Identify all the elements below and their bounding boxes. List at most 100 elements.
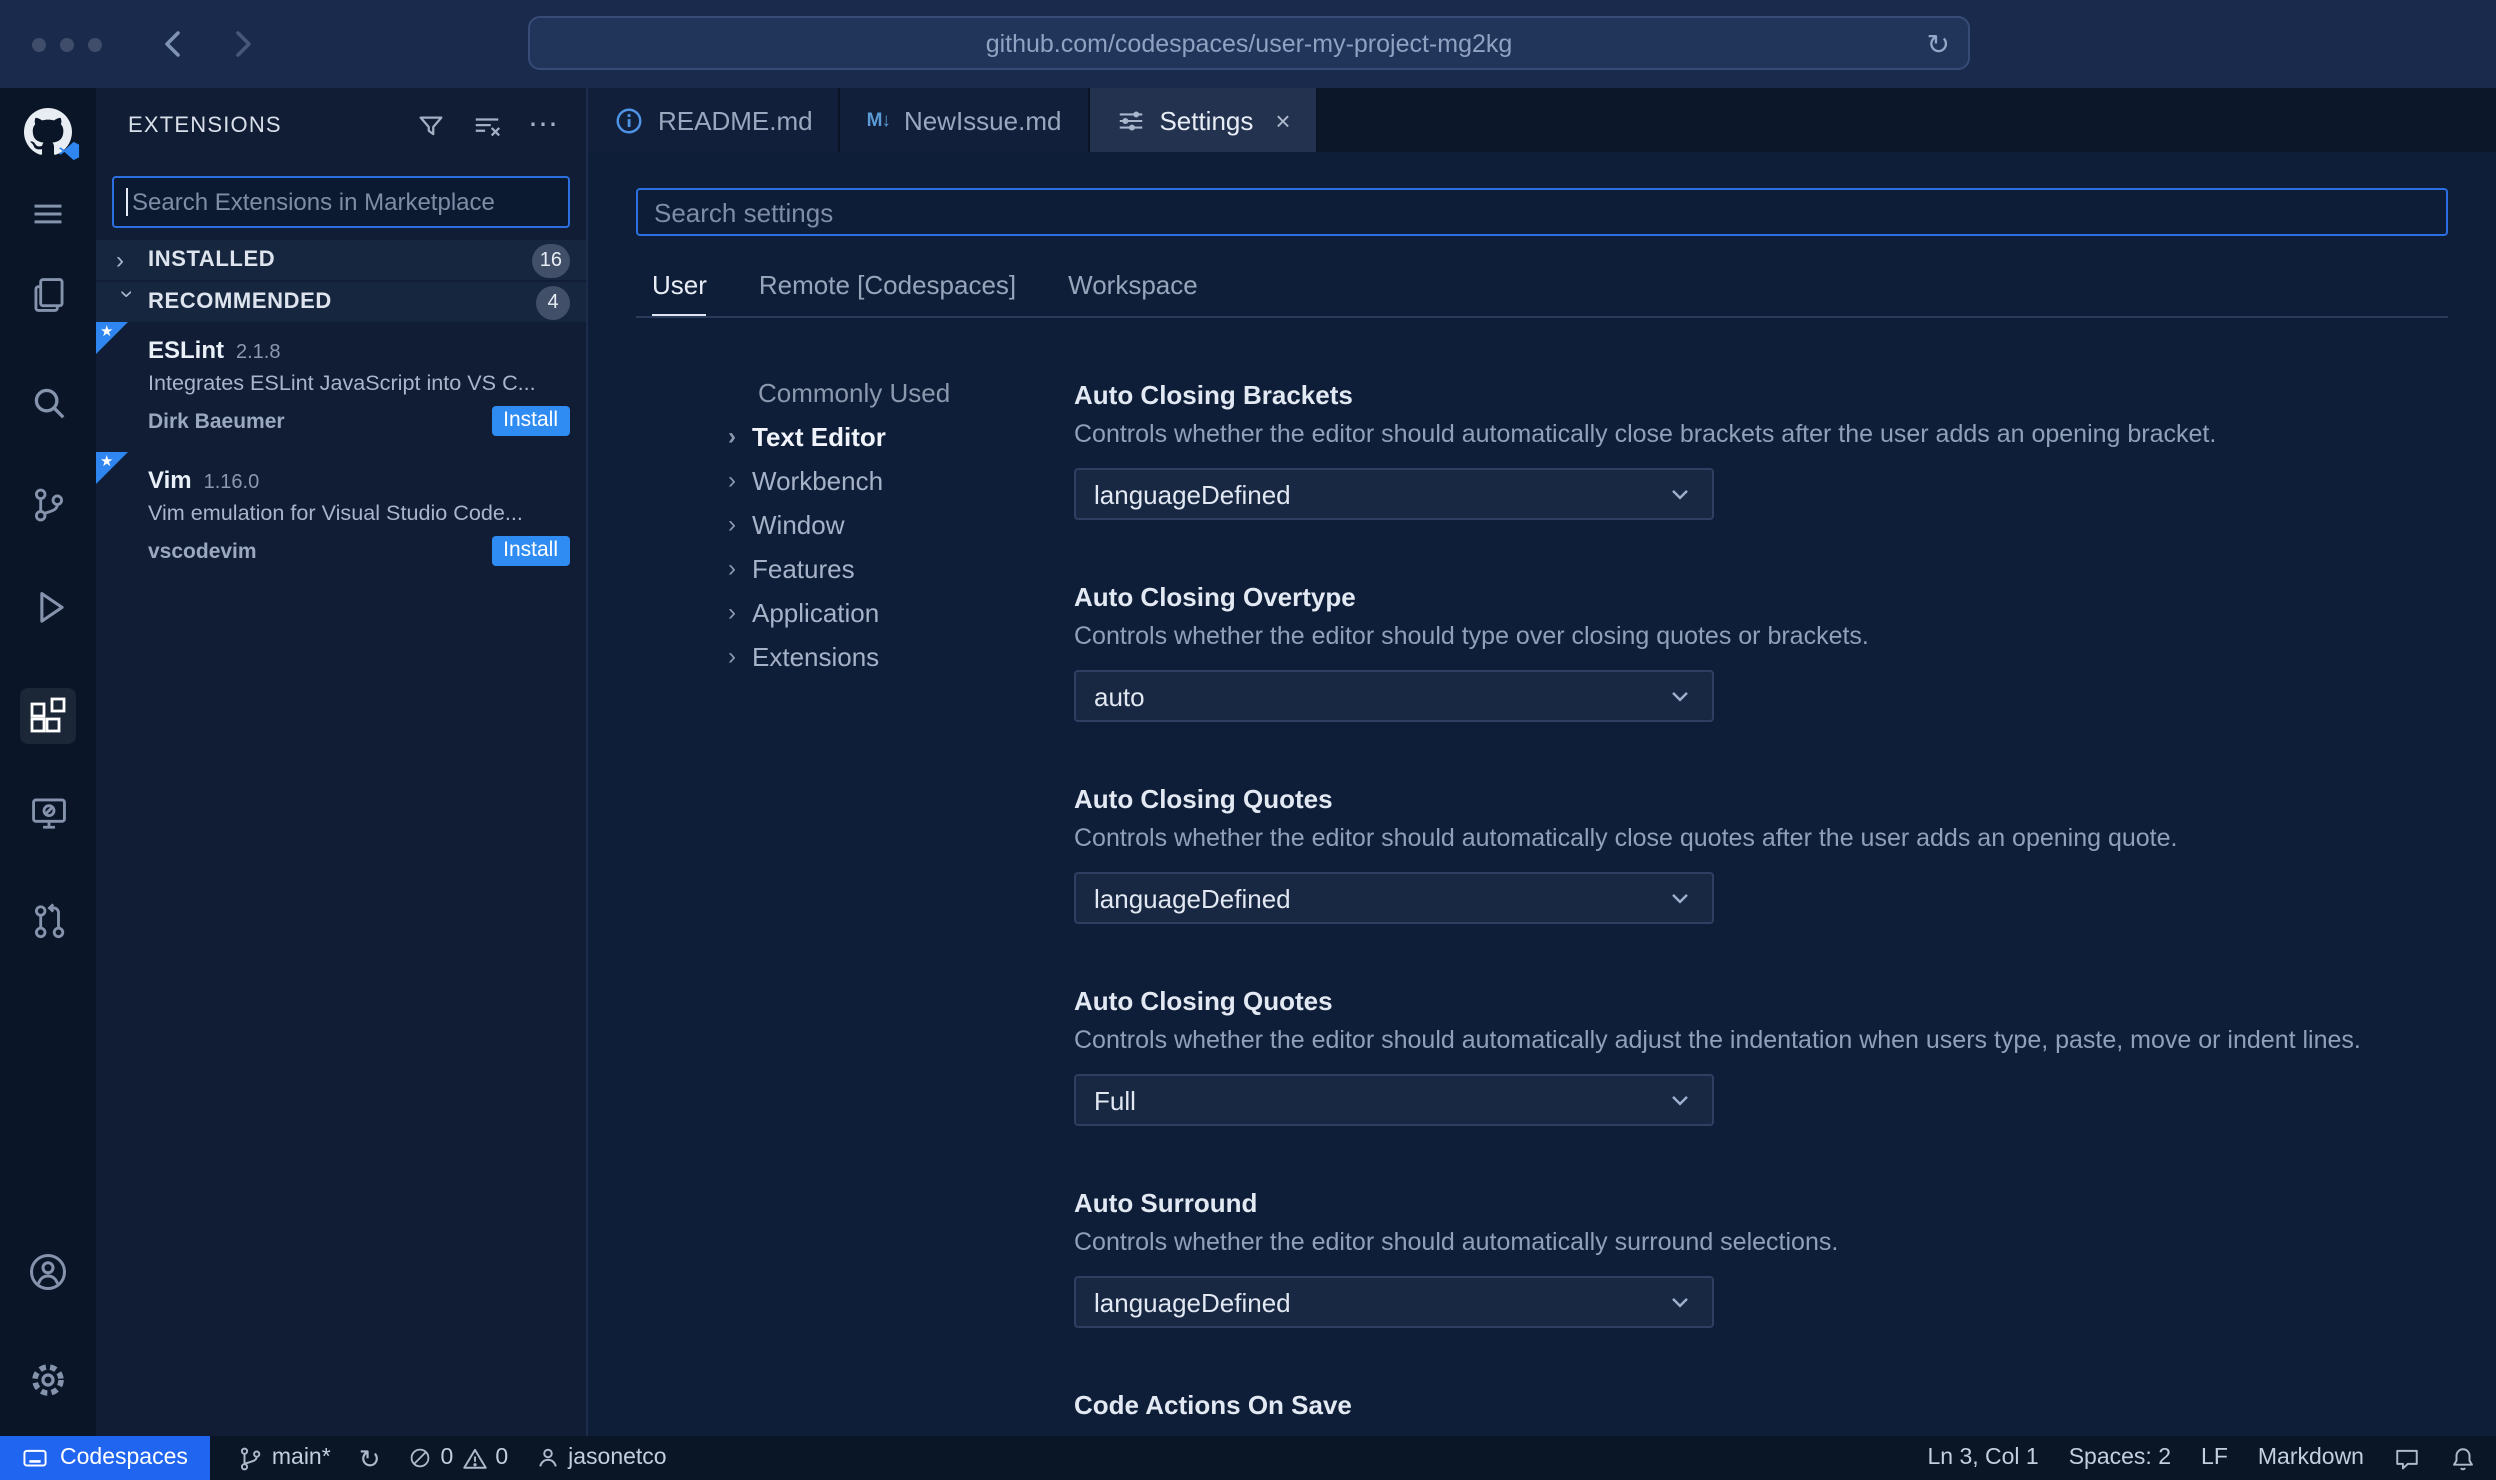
extension-list-item-vim[interactable]: ★ Vim 1.16.0 Vim emulation for Visual St… [96,452,586,582]
scope-tab-workspace[interactable]: Workspace [1068,270,1198,316]
recommended-count-badge: 4 [536,285,570,319]
github-logo-icon [20,104,80,161]
setting-auto-closing-brackets: Auto Closing Brackets Controls whether t… [1074,378,2448,520]
person-icon [539,1448,557,1467]
filter-icon[interactable] [416,111,446,141]
toc-extensions[interactable]: › Extensions [728,634,1074,678]
window-controls[interactable] [32,0,102,88]
vscode-logo-icon [58,141,80,161]
extension-description: Integrates ESLint JavaScript into VS C..… [148,372,536,396]
chevron-down-icon [1672,489,1688,500]
extensions-search-input[interactable] [112,176,570,228]
setting-auto-indent: Auto Closing Quotes Controls whether the… [1074,984,2448,1126]
toc-application[interactable]: › Application [728,590,1074,634]
scope-tab-remote[interactable]: Remote [Codespaces] [759,270,1016,316]
settings-scope-tabs: User Remote [Codespaces] Workspace [636,270,2448,318]
window-minimize-button[interactable] [60,37,74,51]
settings-list: Auto Closing Brackets Controls whether t… [1074,378,2448,1436]
chevron-right-icon: › [728,598,736,626]
search-icon[interactable] [20,374,76,430]
indentation-button[interactable]: Spaces: 2 [2069,1446,2171,1470]
pull-requests-icon[interactable] [20,892,76,948]
install-button[interactable]: Install [491,536,570,566]
url-bar[interactable]: github.com/codespaces/user-my-project-mg… [528,16,1970,70]
setting-dropdown[interactable]: languageDefined [1074,468,1714,520]
chevron-right-icon: › [116,246,124,274]
clear-search-icon[interactable] [472,111,502,141]
run-debug-icon[interactable] [20,576,76,632]
sync-icon: ↻ [358,1443,381,1473]
setting-dropdown[interactable]: auto [1074,670,1714,722]
back-icon[interactable] [156,26,192,62]
extensions-icon[interactable] [20,688,76,744]
tab-readme[interactable]: README.md [588,88,841,152]
remote-explorer-icon[interactable] [20,784,76,840]
notifications-button[interactable] [2450,1445,2476,1471]
explorer-icon[interactable] [20,266,76,322]
section-recommended[interactable]: › RECOMMENDED 4 [96,282,586,322]
section-installed[interactable]: › INSTALLED 16 [96,240,586,280]
window-close-button[interactable] [32,37,46,51]
sync-button[interactable]: ↻ [359,1445,381,1471]
setting-dropdown[interactable]: languageDefined [1074,1276,1714,1328]
toc-workbench[interactable]: › Workbench [728,458,1074,502]
settings-toc: Commonly Used › Text Editor › Workbench › W… [636,370,1074,1436]
user-button[interactable]: jasonetco [536,1446,667,1470]
feedback-button[interactable] [2394,1445,2420,1471]
markdown-icon: M↓ [866,109,891,131]
activity-bar [0,88,96,1436]
cursor-position-button[interactable]: Ln 3, Col 1 [1927,1446,2038,1470]
branch-button[interactable]: main* [238,1445,331,1471]
extension-author: vscodevim [148,539,257,563]
settings-editor: User Remote [Codespaces] Workspace Commo… [588,152,2496,1436]
setting-auto-closing-overtype: Auto Closing Overtype Controls whether t… [1074,580,2448,722]
text-cursor [126,188,128,216]
bell-icon [2453,1447,2473,1470]
account-icon[interactable] [20,1244,76,1300]
codespaces-remote-button[interactable]: Codespaces [0,1436,210,1480]
language-mode-button[interactable]: Markdown [2258,1446,2364,1470]
setting-auto-surround: Auto Surround Controls whether the edito… [1074,1186,2448,1328]
settings-search-input[interactable] [636,188,2448,236]
extension-list-item-eslint[interactable]: ★ ESLint 2.1.8 Integrates ESLint JavaScr… [96,322,586,452]
extension-name: Vim [148,466,192,494]
extensions-sidebar: EXTENSIONS ⋯ › INSTALLED 16 › RECOMMENDE… [96,88,588,1436]
forward-icon[interactable] [224,26,260,62]
installed-count-badge: 16 [531,243,570,277]
setting-dropdown[interactable]: languageDefined [1074,872,1714,924]
close-icon[interactable]: × [1275,107,1290,133]
setting-code-actions-on-save: Code Actions On Save [1074,1390,1352,1420]
chevron-right-icon: › [728,510,736,538]
chevron-right-icon: › [728,466,736,494]
problems-button[interactable]: 0 0 [409,1445,508,1471]
editor-tabs: README.md M↓ NewIssue.md Settings × [588,88,2496,152]
toc-commonly-used[interactable]: Commonly Used [728,370,1074,414]
toc-features[interactable]: › Features [728,546,1074,590]
sliders-icon [1119,110,1142,130]
sidebar-title: EXTENSIONS [128,114,282,138]
setting-auto-closing-quotes: Auto Closing Quotes Controls whether the… [1074,782,2448,924]
info-icon [616,107,642,133]
window-zoom-button[interactable] [88,37,102,51]
menu-icon[interactable] [20,186,76,242]
codespaces-window: github.com/codespaces/user-my-project-mg… [0,0,2496,1480]
warnings-icon [462,1447,487,1468]
source-control-icon[interactable] [20,476,76,532]
toc-window[interactable]: › Window [728,502,1074,546]
setting-dropdown[interactable]: Full [1074,1074,1714,1126]
errors-icon [411,1448,430,1468]
more-actions-icon[interactable]: ⋯ [528,110,558,140]
tab-settings[interactable]: Settings × [1089,88,1319,152]
status-bar: Codespaces main* ↻ 0 0 jasonetco Ln 3, C… [0,1436,2496,1480]
toc-text-editor[interactable]: › Text Editor [728,414,1074,458]
chevron-down-icon [1672,893,1688,904]
reload-icon[interactable]: ↻ [1927,26,1950,62]
tab-newissue[interactable]: M↓ NewIssue.md [840,88,1090,152]
install-button[interactable]: Install [491,406,570,436]
codespaces-icon [23,1448,47,1466]
eol-button[interactable]: LF [2201,1446,2228,1470]
extension-version: 2.1.8 [236,342,281,364]
chevron-right-icon: › [728,642,736,670]
scope-tab-user[interactable]: User [652,270,707,316]
settings-gear-icon[interactable] [20,1352,76,1408]
